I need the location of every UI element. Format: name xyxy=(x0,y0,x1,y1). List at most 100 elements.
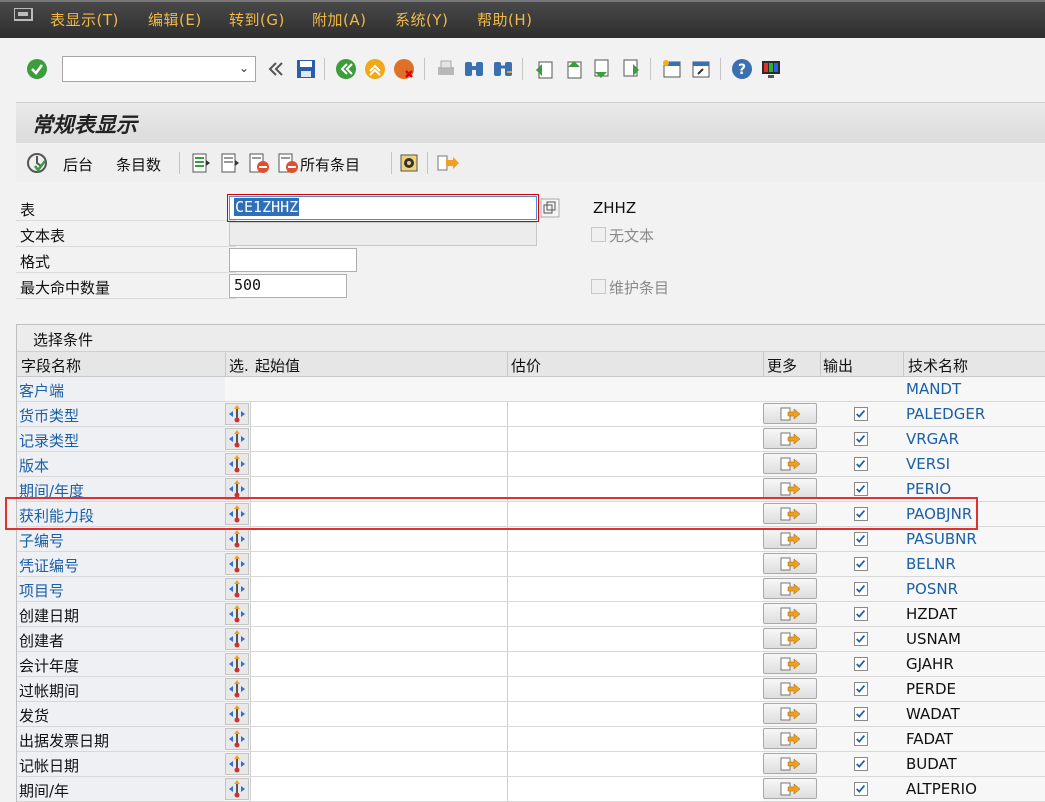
menu-system[interactable]: 系统(Y) xyxy=(395,9,448,30)
previous-page-icon[interactable] xyxy=(562,58,584,80)
selection-options-icon[interactable] xyxy=(225,603,249,625)
output-checkbox[interactable] xyxy=(854,482,868,496)
max-hits-input[interactable]: 500 xyxy=(229,274,347,298)
selection-options-icon[interactable] xyxy=(225,653,249,675)
selection-options-icon[interactable] xyxy=(225,728,249,750)
multiple-selection-button[interactable] xyxy=(763,528,817,549)
selection-options-icon[interactable] xyxy=(225,428,249,450)
output-checkbox[interactable] xyxy=(854,657,868,671)
enter-icon[interactable] xyxy=(26,58,48,80)
multiple-selection-button[interactable] xyxy=(763,578,817,599)
selection-options-icon[interactable] xyxy=(225,778,249,800)
multiple-selection-button[interactable] xyxy=(763,703,817,724)
output-checkbox[interactable] xyxy=(854,582,868,596)
selection-options-icon[interactable] xyxy=(225,553,249,575)
from-value-input[interactable] xyxy=(250,627,507,651)
next-page-icon[interactable] xyxy=(591,58,613,80)
to-value-input[interactable] xyxy=(507,402,763,426)
menu-goto[interactable]: 转到(G) xyxy=(229,9,285,30)
output-checkbox[interactable] xyxy=(854,432,868,446)
table-input[interactable]: CE1ZHHZ xyxy=(227,194,539,222)
find-next-icon[interactable] xyxy=(492,58,514,80)
exit-icon[interactable] xyxy=(364,58,386,80)
to-value-input[interactable] xyxy=(507,427,763,451)
from-value-input[interactable] xyxy=(250,752,507,776)
first-page-icon[interactable] xyxy=(533,58,555,80)
back-nav-icon[interactable] xyxy=(264,58,286,80)
output-checkbox[interactable] xyxy=(854,407,868,421)
multiple-selection-button[interactable] xyxy=(763,553,817,574)
from-value-input[interactable] xyxy=(250,777,507,801)
field-name[interactable]: 货币类型 xyxy=(19,405,79,426)
delete-selection-icon[interactable] xyxy=(248,152,270,174)
field-name[interactable]: 记录类型 xyxy=(19,430,79,451)
selection-options-icon[interactable] xyxy=(225,578,249,600)
last-page-icon[interactable] xyxy=(620,58,642,80)
to-value-input[interactable] xyxy=(507,627,763,651)
selection-options-icon[interactable] xyxy=(225,703,249,725)
output-checkbox[interactable] xyxy=(854,607,868,621)
output-checkbox[interactable] xyxy=(854,757,868,771)
multiple-selection-button[interactable] xyxy=(763,603,817,624)
all-entries-icon[interactable] xyxy=(277,152,299,174)
maintain-entries-checkbox[interactable] xyxy=(591,279,606,294)
output-checkbox[interactable] xyxy=(854,682,868,696)
menu-edit[interactable]: 编辑(E) xyxy=(148,9,202,30)
selection-options-icon[interactable] xyxy=(225,753,249,775)
multiple-selection-button[interactable] xyxy=(763,678,817,699)
select-all-icon[interactable] xyxy=(191,152,211,174)
background-button[interactable]: 后台 xyxy=(63,154,93,175)
to-value-input[interactable] xyxy=(507,452,763,476)
from-value-input[interactable] xyxy=(250,677,507,701)
selection-options-icon[interactable] xyxy=(225,403,249,425)
shortcut-icon[interactable] xyxy=(690,58,712,80)
multiple-selection-button[interactable] xyxy=(763,403,817,424)
print-icon[interactable] xyxy=(435,58,457,80)
from-value-input[interactable] xyxy=(250,702,507,726)
chevron-down-icon[interactable]: ⌄ xyxy=(239,61,249,75)
field-name[interactable]: 凭证编号 xyxy=(19,555,79,576)
to-value-input[interactable] xyxy=(507,702,763,726)
from-value-input[interactable] xyxy=(250,552,507,576)
multiple-selection-button[interactable] xyxy=(763,628,817,649)
output-checkbox[interactable] xyxy=(854,632,868,646)
from-value-input[interactable] xyxy=(250,602,507,626)
menu-extras[interactable]: 附加(A) xyxy=(312,9,366,30)
multiple-selection-button[interactable] xyxy=(763,728,817,749)
to-value-input[interactable] xyxy=(507,727,763,751)
to-value-input[interactable] xyxy=(507,577,763,601)
help-icon[interactable]: ? xyxy=(731,58,753,80)
cancel-icon[interactable] xyxy=(393,58,415,80)
multiple-selection-button[interactable] xyxy=(763,753,817,774)
selection-options-icon[interactable] xyxy=(225,453,249,475)
output-checkbox[interactable] xyxy=(854,707,868,721)
to-value-input[interactable] xyxy=(507,752,763,776)
to-value-input[interactable] xyxy=(507,527,763,551)
selection-options-icon[interactable] xyxy=(225,678,249,700)
customize-layout-icon[interactable] xyxy=(760,58,782,80)
multiple-selection-button[interactable] xyxy=(763,653,817,674)
multiple-selection-button[interactable] xyxy=(763,778,817,799)
no-text-checkbox[interactable] xyxy=(591,227,606,242)
back-icon[interactable] xyxy=(335,58,357,80)
field-name[interactable]: 项目号 xyxy=(19,580,64,601)
all-entries-button[interactable]: 所有条目 xyxy=(300,154,360,175)
output-checkbox[interactable] xyxy=(854,732,868,746)
new-session-icon[interactable] xyxy=(661,58,683,80)
to-value-input[interactable] xyxy=(507,602,763,626)
output-checkbox[interactable] xyxy=(854,532,868,546)
options-icon[interactable] xyxy=(398,152,420,174)
from-value-input[interactable] xyxy=(250,527,507,551)
from-value-input[interactable] xyxy=(250,652,507,676)
from-value-input[interactable] xyxy=(250,427,507,451)
output-checkbox[interactable] xyxy=(854,457,868,471)
menu-table-display[interactable]: 表显示(T) xyxy=(50,9,119,30)
multiple-selection-button[interactable] xyxy=(763,428,817,449)
multiple-selection-button[interactable] xyxy=(763,478,817,499)
sap-menu-icon[interactable] xyxy=(14,8,34,22)
field-name[interactable]: 版本 xyxy=(19,455,49,476)
value-help-icon[interactable] xyxy=(540,198,560,218)
from-value-input[interactable] xyxy=(250,402,507,426)
to-value-input[interactable] xyxy=(507,677,763,701)
multiple-selection-button[interactable] xyxy=(763,453,817,474)
